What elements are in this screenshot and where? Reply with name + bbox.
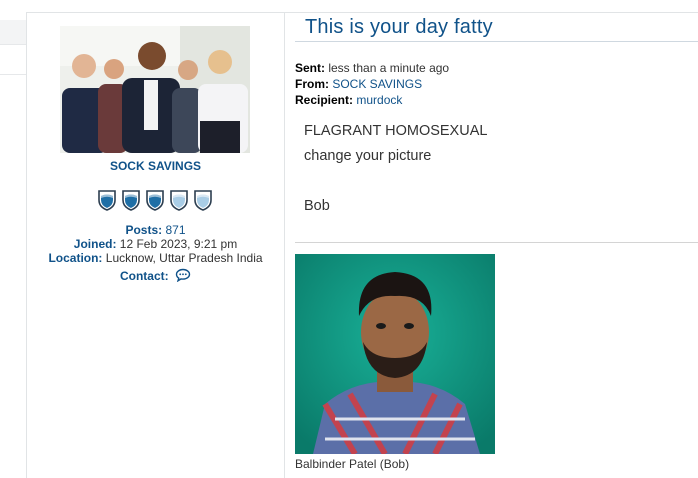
rank-icons [97,189,217,211]
location-label: Location: [48,251,103,265]
page-header-bar [0,20,26,45]
joined-value: 12 Feb 2023, 9:21 pm [119,237,238,251]
recipient-user-link[interactable]: murdock [356,93,402,107]
message-title: This is your day fatty [305,16,493,38]
recipient-label: Recipient: [295,93,354,107]
body-line: FLAGRANT HOMOSEXUAL [304,123,488,139]
posts-label: Posts: [125,223,163,237]
avatar-image [60,26,250,153]
signature-divider [295,242,698,243]
from-user-link[interactable]: SOCK SAVINGS [332,77,422,91]
message-content: This is your day fatty Sent: less than a… [285,13,698,478]
location-value: Lucknow, Uttar Pradesh India [105,251,263,265]
body-line: change your picture [304,148,432,164]
shield-rank-icon [97,189,117,211]
body-line: Bob [304,198,330,214]
sent-value: less than a minute ago [328,61,450,75]
page-background-strip [0,0,26,477]
avatar[interactable] [60,26,250,153]
page-divider [0,74,26,75]
shield-rank-icon [145,189,165,211]
title-divider [295,41,698,42]
signature-image [295,254,495,454]
signature-caption: Balbinder Patel (Bob) [295,457,410,471]
posts-count-link[interactable]: 871 [166,223,186,237]
shield-rank-icon [121,189,141,211]
joined-label: Joined: [73,237,117,251]
sent-row: Sent: less than a minute ago [295,60,449,76]
sent-label: Sent: [295,61,325,75]
signature-photo [295,254,495,454]
message-body: FLAGRANT HOMOSEXUAL change your picture … [304,119,487,219]
joined-row: Joined: 12 Feb 2023, 9:21 pm [27,237,284,251]
private-message-post: SOCK SAVINGS Posts: 871 Joined: 12 Feb 2… [26,12,698,478]
location-row: Location: Lucknow, Uttar Pradesh India [27,251,284,265]
message-meta: Sent: less than a minute ago From: SOCK … [295,60,449,108]
from-row: From: SOCK SAVINGS [295,76,449,92]
recipient-row: Recipient: murdock [295,92,449,108]
shield-rank-icon [193,189,213,211]
speech-bubble-icon[interactable] [175,268,191,285]
author-username[interactable]: SOCK SAVINGS [27,159,284,173]
from-label: From: [295,77,329,91]
posts-row: Posts: 871 [27,223,284,237]
author-profile: SOCK SAVINGS Posts: 871 Joined: 12 Feb 2… [27,13,285,478]
contact-label: Contact: [119,269,169,283]
author-stats: Posts: 871 Joined: 12 Feb 2023, 9:21 pm … [27,223,284,285]
contact-row: Contact: [27,268,284,285]
body-blank-line [304,169,487,194]
shield-rank-icon [169,189,189,211]
